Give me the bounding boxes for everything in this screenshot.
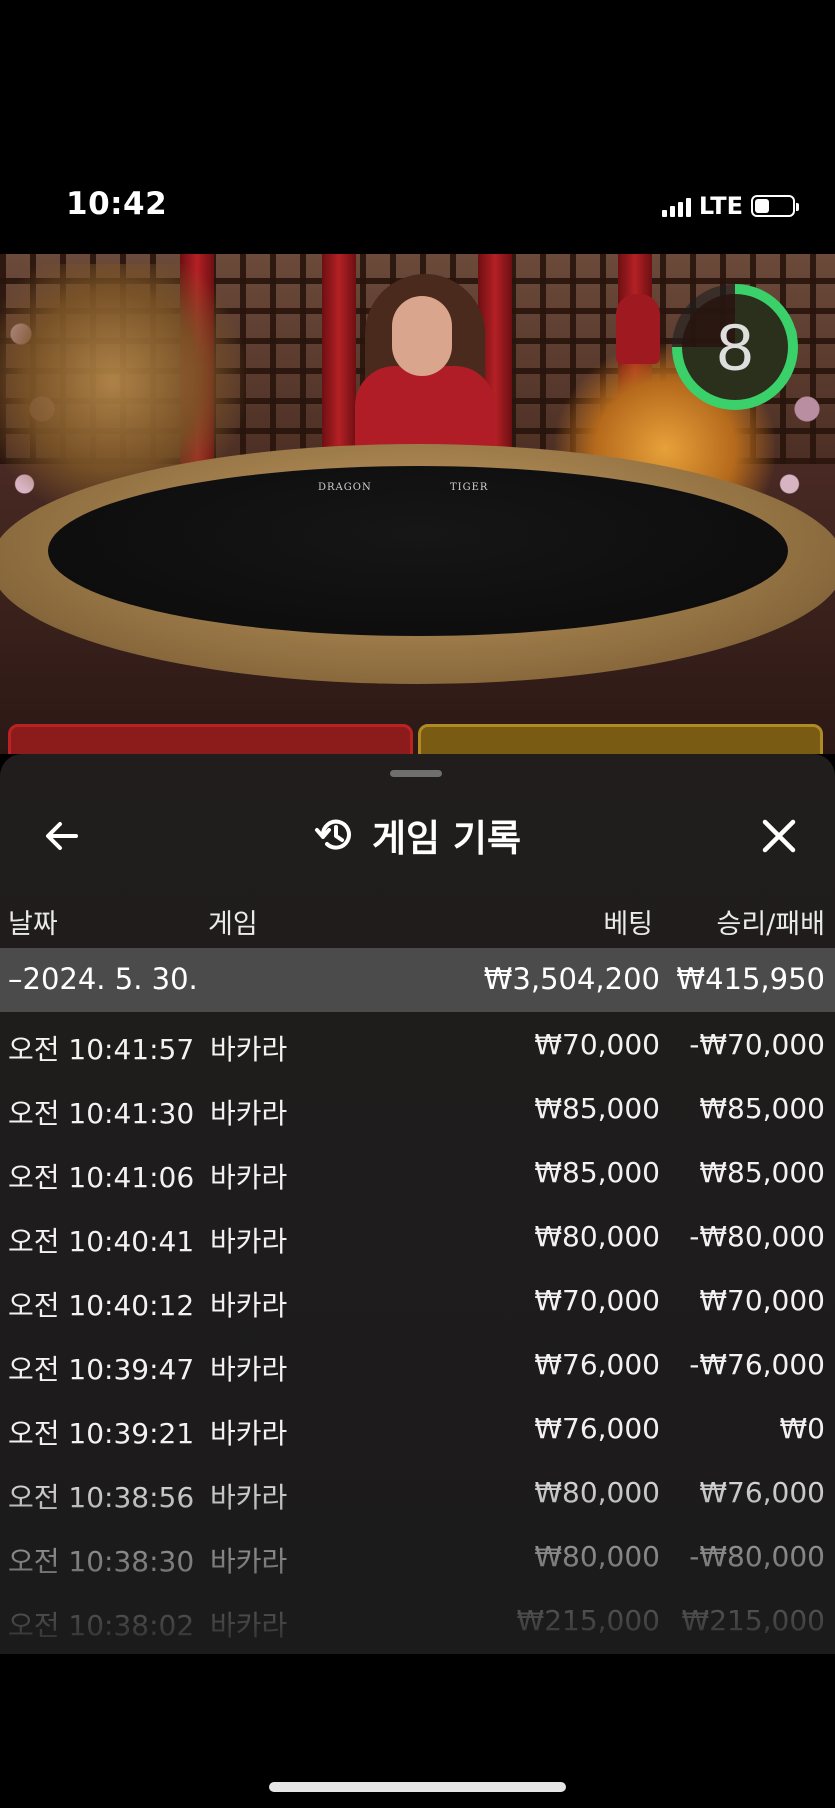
- live-video[interactable]: DRAGON TIGER 8: [0, 254, 835, 754]
- row-result: ₩70,000: [699, 1284, 825, 1317]
- date-summary-total-win-loss: ₩415,950: [676, 962, 825, 996]
- row-time: 오전 10:40:12: [8, 1289, 195, 1322]
- date-summary-row[interactable]: –2024. 5. 30. ₩3,504,200 ₩415,950: [0, 948, 835, 1012]
- row-game: 바카라: [210, 1225, 288, 1258]
- row-result: -₩76,000: [689, 1348, 825, 1381]
- status-bar: 10:42 LTE: [0, 0, 835, 254]
- sheet-title-group: 게임 기록: [0, 808, 835, 862]
- history-row[interactable]: 오전 10:40:41 바카라 ₩80,000 -₩80,000: [0, 1204, 835, 1268]
- history-row[interactable]: 오전 10:38:56 바카라 ₩80,000 ₩76,000: [0, 1460, 835, 1524]
- row-bet: ₩85,000: [534, 1156, 660, 1189]
- close-icon: [762, 819, 796, 853]
- row-result: ₩85,000: [699, 1092, 825, 1125]
- row-bet: ₩80,000: [534, 1476, 660, 1509]
- row-bet: ₩80,000: [534, 1540, 660, 1573]
- row-bet: ₩76,000: [534, 1348, 660, 1381]
- row-game: 바카라: [210, 1161, 288, 1194]
- row-bet: ₩215,000: [516, 1604, 660, 1637]
- status-indicators: LTE: [661, 192, 799, 220]
- history-row[interactable]: 오전 10:41:30 바카라 ₩85,000 ₩85,000: [0, 1076, 835, 1140]
- row-bet: ₩85,000: [534, 1092, 660, 1125]
- home-indicator[interactable]: [269, 1782, 566, 1792]
- row-game: 바카라: [210, 1609, 288, 1642]
- red-pillar: [322, 254, 356, 464]
- bottom-bar: [0, 1654, 835, 1808]
- history-row[interactable]: 오전 10:38:30 바카라 ₩80,000 -₩80,000: [0, 1524, 835, 1588]
- row-result: ₩76,000: [699, 1476, 825, 1509]
- network-type: LTE: [698, 192, 743, 220]
- table-felt: [48, 466, 788, 636]
- row-game: 바카라: [210, 1417, 288, 1450]
- history-row[interactable]: 오전 10:41:57 바카라 ₩70,000 -₩70,000: [0, 1012, 835, 1076]
- history-row[interactable]: 오전 10:39:47 바카라 ₩76,000 -₩76,000: [0, 1332, 835, 1396]
- background-dealer: [616, 294, 660, 364]
- row-game: 바카라: [210, 1353, 288, 1386]
- row-bet: ₩70,000: [534, 1284, 660, 1317]
- timer-value: 8: [682, 294, 788, 400]
- row-result: -₩70,000: [689, 1028, 825, 1061]
- battery-icon: [751, 195, 799, 217]
- column-headers: 날짜 게임 베팅 승리/패배: [0, 894, 835, 944]
- bet-area-tiger[interactable]: [418, 724, 823, 754]
- column-header-game: 게임: [208, 909, 258, 940]
- row-game: 바카라: [210, 1481, 288, 1514]
- row-game: 바카라: [210, 1097, 288, 1130]
- row-time: 오전 10:38:02: [8, 1609, 195, 1642]
- row-time: 오전 10:39:21: [8, 1417, 195, 1450]
- column-header-win-loss: 승리/패배: [716, 909, 825, 940]
- row-bet: ₩70,000: [534, 1028, 660, 1061]
- game-history-sheet: 게임 기록 날짜 게임 베팅 승리/패배 –2024. 5. 30. ₩3,50…: [0, 754, 835, 1654]
- row-time: 오전 10:41:30: [8, 1097, 195, 1130]
- history-row[interactable]: 오전 10:38:02 바카라 ₩215,000 ₩215,000: [0, 1588, 835, 1652]
- history-icon: [314, 819, 351, 850]
- row-bet: ₩80,000: [534, 1220, 660, 1253]
- row-result: ₩0: [779, 1412, 826, 1445]
- sheet-drag-handle[interactable]: [390, 770, 442, 777]
- row-bet: ₩76,000: [534, 1412, 660, 1445]
- row-game: 바카라: [210, 1289, 288, 1322]
- row-time: 오전 10:41:57: [8, 1033, 195, 1066]
- row-result: -₩80,000: [689, 1220, 825, 1253]
- column-header-date: 날짜: [8, 909, 58, 940]
- sheet-title: 게임 기록: [371, 817, 522, 860]
- row-result: -₩80,000: [689, 1540, 825, 1573]
- bet-area-dragon[interactable]: [8, 724, 413, 754]
- sheet-header: 게임 기록: [0, 794, 835, 884]
- date-summary-total-bet: ₩3,504,200: [483, 962, 660, 996]
- cellular-signal-icon: [661, 195, 691, 217]
- status-time: 10:42: [66, 186, 168, 222]
- date-summary-date: –2024. 5. 30.: [8, 962, 198, 996]
- column-header-bet: 베팅: [603, 909, 653, 940]
- history-row[interactable]: 오전 10:40:12 바카라 ₩70,000 ₩70,000: [0, 1268, 835, 1332]
- row-result: ₩215,000: [681, 1604, 825, 1637]
- row-time: 오전 10:40:41: [8, 1225, 195, 1258]
- row-time: 오전 10:41:06: [8, 1161, 195, 1194]
- battery-level: [755, 199, 770, 213]
- row-game: 바카라: [210, 1545, 288, 1578]
- row-time: 오전 10:39:47: [8, 1353, 195, 1386]
- row-game: 바카라: [210, 1033, 288, 1066]
- row-time: 오전 10:38:56: [8, 1481, 195, 1514]
- table-label-tiger: TIGER: [450, 482, 489, 493]
- row-time: 오전 10:38:30: [8, 1545, 195, 1578]
- countdown-timer: 8: [672, 284, 798, 410]
- history-list: 오전 10:41:57 바카라 ₩70,000 -₩70,000 오전 10:4…: [0, 1012, 835, 1652]
- close-button[interactable]: [755, 812, 803, 860]
- table-label-dragon: DRAGON: [318, 482, 372, 493]
- dealer-face: [392, 296, 452, 376]
- row-result: ₩85,000: [699, 1156, 825, 1189]
- history-row[interactable]: 오전 10:39:21 바카라 ₩76,000 ₩0: [0, 1396, 835, 1460]
- history-row[interactable]: 오전 10:41:06 바카라 ₩85,000 ₩85,000: [0, 1140, 835, 1204]
